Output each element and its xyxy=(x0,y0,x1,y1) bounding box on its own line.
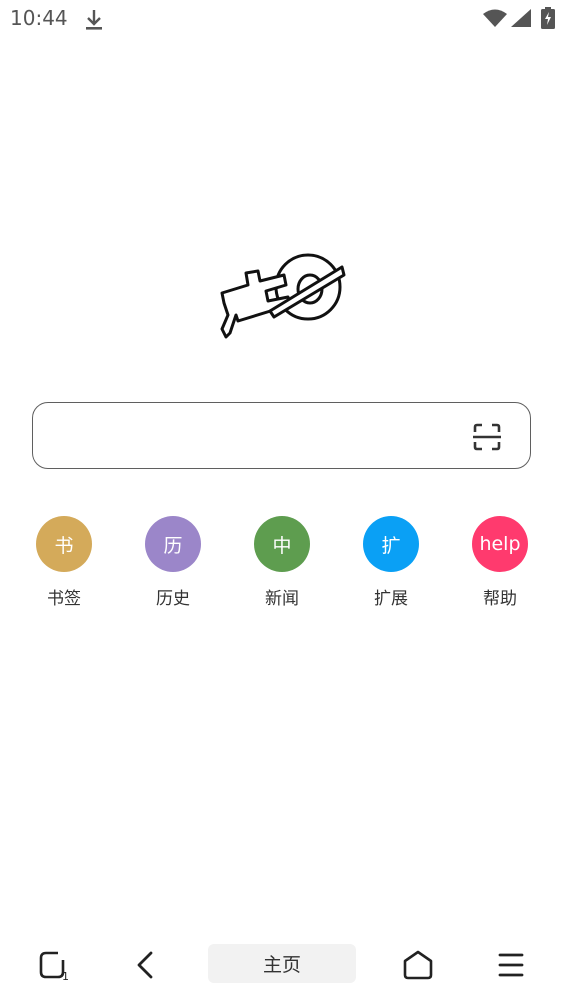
search-input[interactable] xyxy=(49,413,453,460)
signal-icon xyxy=(511,9,531,27)
shortcut-help[interactable]: help 帮助 xyxy=(460,516,540,609)
download-icon xyxy=(86,10,102,30)
home-icon[interactable] xyxy=(402,950,434,980)
home-tab-label: 主页 xyxy=(262,954,301,976)
menu-icon[interactable] xyxy=(497,950,525,980)
browser-home-screen: 10:44 书 书签 历 历史 中 新闻 扩 扩展 help 帮助 1 主页 xyxy=(0,0,565,1004)
back-icon[interactable] xyxy=(134,950,156,980)
status-time: 10:44 xyxy=(10,6,68,30)
home-tab-button[interactable]: 主页 xyxy=(208,944,356,983)
status-bar: 10:44 xyxy=(0,0,565,40)
browser-logo xyxy=(220,253,346,339)
shortcut-glyph: 中 xyxy=(272,534,292,557)
shortcut-news[interactable]: 中 新闻 xyxy=(242,516,322,609)
shortcut-extensions[interactable]: 扩 扩展 xyxy=(351,516,431,609)
bottom-nav: 1 主页 xyxy=(0,940,565,990)
news-icon: 中 xyxy=(254,516,310,572)
shortcut-glyph: help xyxy=(479,533,521,555)
extensions-icon: 扩 xyxy=(363,516,419,572)
search-box[interactable] xyxy=(32,402,531,469)
shortcut-label: 帮助 xyxy=(483,589,517,609)
history-icon: 历 xyxy=(145,516,201,572)
shortcut-label: 扩展 xyxy=(374,589,408,609)
tabs-count: 1 xyxy=(62,970,69,980)
shortcut-history[interactable]: 历 历史 xyxy=(133,516,213,609)
tabs-icon[interactable]: 1 xyxy=(38,950,72,980)
shortcut-label: 新闻 xyxy=(265,589,299,609)
shortcut-glyph: 扩 xyxy=(381,534,401,557)
scan-icon[interactable] xyxy=(471,421,503,453)
shortcut-label: 历史 xyxy=(156,589,190,609)
shortcut-glyph: 书 xyxy=(54,534,74,557)
shortcut-bookmarks[interactable]: 书 书签 xyxy=(24,516,104,609)
shortcut-glyph: 历 xyxy=(163,534,183,557)
wifi-icon xyxy=(483,9,507,27)
battery-charging-icon xyxy=(541,7,555,29)
shortcut-label: 书签 xyxy=(47,589,81,609)
help-icon: help xyxy=(472,516,528,572)
bookmarks-icon: 书 xyxy=(36,516,92,572)
